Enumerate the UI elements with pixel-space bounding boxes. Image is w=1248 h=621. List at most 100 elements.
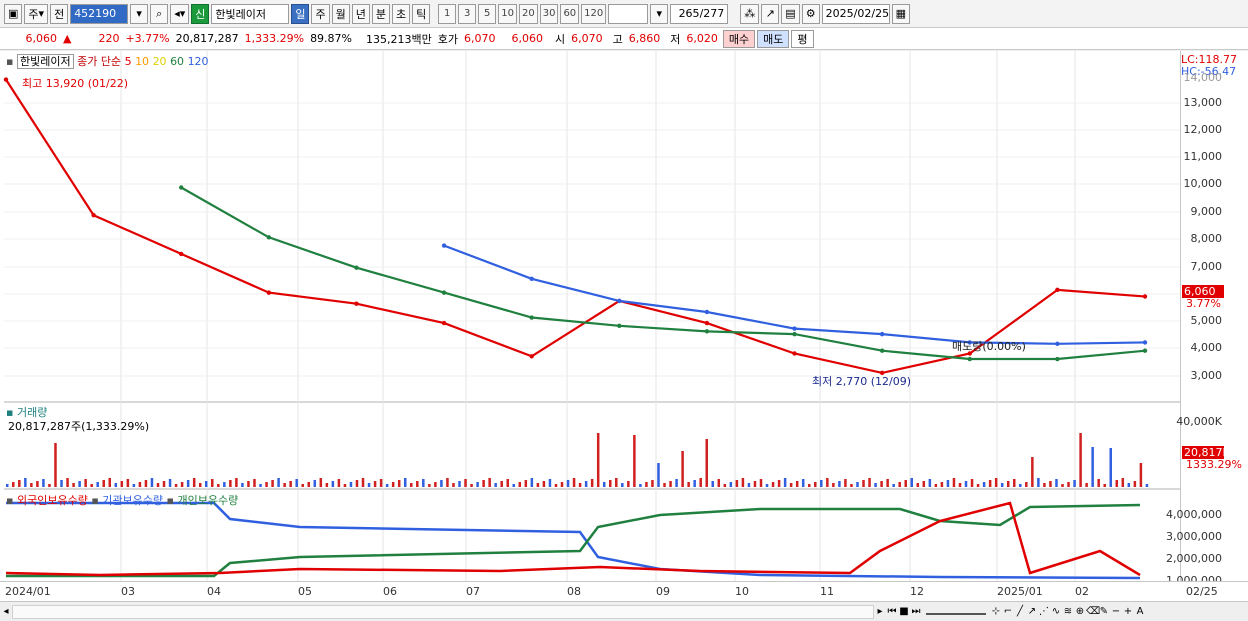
xtick-02: 02 <box>1075 585 1089 598</box>
speaker-icon[interactable]: ◂▾ <box>170 3 190 24</box>
volume-bar-85 <box>518 482 522 487</box>
trend-icon[interactable]: ⋰ <box>1038 606 1050 617</box>
interval-5[interactable]: 5 <box>478 3 497 24</box>
volume-bar-176 <box>1067 482 1070 487</box>
code-dropdown-icon[interactable]: ▾ <box>130 3 149 24</box>
erase-icon[interactable]: ⌫ <box>1086 606 1100 617</box>
xtick-04: 04 <box>207 585 221 598</box>
measure-icon[interactable]: ⌐ <box>1002 606 1014 617</box>
series-point-2-12 <box>1055 356 1060 362</box>
change-arrow: ▲ <box>63 32 72 45</box>
layout-icon[interactable]: ▣ <box>4 3 23 24</box>
volume-bar-187 <box>1133 481 1137 487</box>
volume-bar-55 <box>337 479 341 487</box>
volume-bar-137 <box>832 483 835 487</box>
scrollbar[interactable]: ◂ ▸ ⏮ ■ ⏭ ⊹ ⌐ ╱ ↗ ⋰ ∿ ≋ ⊕ ⌫ ✎ − + A <box>0 601 1248 621</box>
volume-bar-30 <box>186 480 190 487</box>
ytick-volume: 40,000K <box>1176 415 1222 428</box>
volume-bar-93 <box>566 480 570 487</box>
legend-stock-name[interactable]: 한빛레이저 <box>16 54 74 69</box>
custom-interval-input[interactable] <box>608 3 649 24</box>
stop-icon[interactable]: ■ <box>898 606 910 617</box>
volume-bar-115 <box>699 478 702 487</box>
count-field[interactable]: 265/277 <box>670 3 729 24</box>
calendar-icon[interactable]: ▦ <box>891 3 911 24</box>
volume-bar-48 <box>295 479 298 487</box>
volume-bar-142 <box>862 480 865 487</box>
draw-icon[interactable]: ↗ <box>761 3 780 24</box>
line-icon[interactable]: ╱ <box>1014 606 1026 617</box>
volume-bar-89 <box>542 481 546 487</box>
period-day[interactable]: 일 <box>291 3 310 24</box>
volume-bar-167 <box>1013 479 1016 487</box>
volume-bar-35 <box>217 484 220 487</box>
quote-bar: 6,060 ▲ 220 +3.77% 20,817,287 1,333.29% … <box>0 28 1248 50</box>
wave-icon[interactable]: ∿ <box>1050 606 1062 617</box>
period-month[interactable]: 월 <box>331 3 350 24</box>
volume-bar-161 <box>976 484 980 487</box>
scroll-right-icon[interactable]: ▸ <box>874 606 886 617</box>
link-icon[interactable]: ⁂ <box>740 3 760 24</box>
mid-annotation: 매도량(0.00%) <box>952 340 1026 353</box>
text-icon[interactable]: A <box>1134 606 1146 617</box>
zoom-icon[interactable]: ⊕ <box>1074 606 1086 617</box>
eval-button[interactable]: 평 <box>791 29 814 48</box>
last-icon[interactable]: ⏭ <box>910 606 922 617</box>
period-minute[interactable]: 분 <box>371 3 390 24</box>
period-tick[interactable]: 틱 <box>412 3 431 24</box>
save-icon[interactable]: ▤ <box>781 3 800 24</box>
code-input[interactable]: 452190 <box>70 3 129 24</box>
interval-dropdown-icon[interactable]: ▾ <box>650 3 669 24</box>
xtick-09: 09 <box>656 585 670 598</box>
period-week[interactable]: 주 <box>311 3 330 24</box>
volume-bar-13 <box>84 479 87 487</box>
date-field[interactable]: 2025/02/25 <box>821 3 890 24</box>
legend-ma120: 120 <box>187 55 209 68</box>
minus-icon[interactable]: − <box>1110 606 1122 617</box>
interval-3[interactable]: 3 <box>458 3 477 24</box>
volume-bar-91 <box>554 484 558 487</box>
volume-bar-52 <box>319 478 323 487</box>
volume-bar-112 <box>681 451 684 487</box>
period-year[interactable]: 년 <box>351 3 370 24</box>
volume-bar-117 <box>711 481 715 487</box>
prev-button[interactable]: 전 <box>50 3 69 24</box>
plus-icon[interactable]: + <box>1122 606 1134 617</box>
interval-1[interactable]: 1 <box>438 3 457 24</box>
ytick-8000: 8,000 <box>1190 232 1223 245</box>
legend-ma-type: 종가 단순 <box>77 55 122 68</box>
volume-value-label: 20,817,287주(1,333.29%) <box>8 420 150 433</box>
volume-bar-104 <box>633 435 636 487</box>
zoom-slider[interactable] <box>926 609 986 615</box>
volume-bar-100 <box>609 480 612 487</box>
volume-bar-155 <box>940 482 944 487</box>
volume-bar-19 <box>120 481 124 487</box>
interval-10[interactable]: 10 <box>498 3 517 24</box>
ray-icon[interactable]: ↗ <box>1026 606 1038 617</box>
series-point-1-6 <box>529 276 534 281</box>
interval-20[interactable]: 20 <box>518 3 538 24</box>
interval-120[interactable]: 120 <box>581 3 607 24</box>
search-icon[interactable]: ⌕ <box>150 3 169 24</box>
first-icon[interactable]: ⏮ <box>886 606 898 617</box>
volume-bar-169 <box>1025 482 1028 487</box>
foreign-line <box>5 501 1141 577</box>
series-point-1-7 <box>617 298 622 304</box>
interval-60[interactable]: 60 <box>560 3 580 24</box>
volume-bar-101 <box>615 478 618 487</box>
fib-icon[interactable]: ≋ <box>1062 606 1074 617</box>
scroll-left-icon[interactable]: ◂ <box>0 606 12 617</box>
crosshair-icon[interactable]: ⊹ <box>990 606 1002 617</box>
scroll-track[interactable] <box>12 604 874 619</box>
volume-bar-127 <box>771 482 775 487</box>
buy-button[interactable]: 매수 <box>722 29 756 48</box>
sell-button[interactable]: 매도 <box>757 29 790 48</box>
interval-30[interactable]: 30 <box>539 3 559 24</box>
chart-area[interactable]: ▪ 한빛레이저 종가 단순 5 10 20 60 120 최고 13,920 (… <box>0 51 1248 601</box>
period-second[interactable]: 초 <box>391 3 411 24</box>
gear-icon[interactable]: ⚙ <box>801 3 820 24</box>
volume-bar-98 <box>596 433 600 487</box>
market-select[interactable]: 주 ▾ <box>24 3 49 24</box>
paint-icon[interactable]: ✎ <box>1098 606 1110 617</box>
volume-bar-51 <box>313 480 317 487</box>
